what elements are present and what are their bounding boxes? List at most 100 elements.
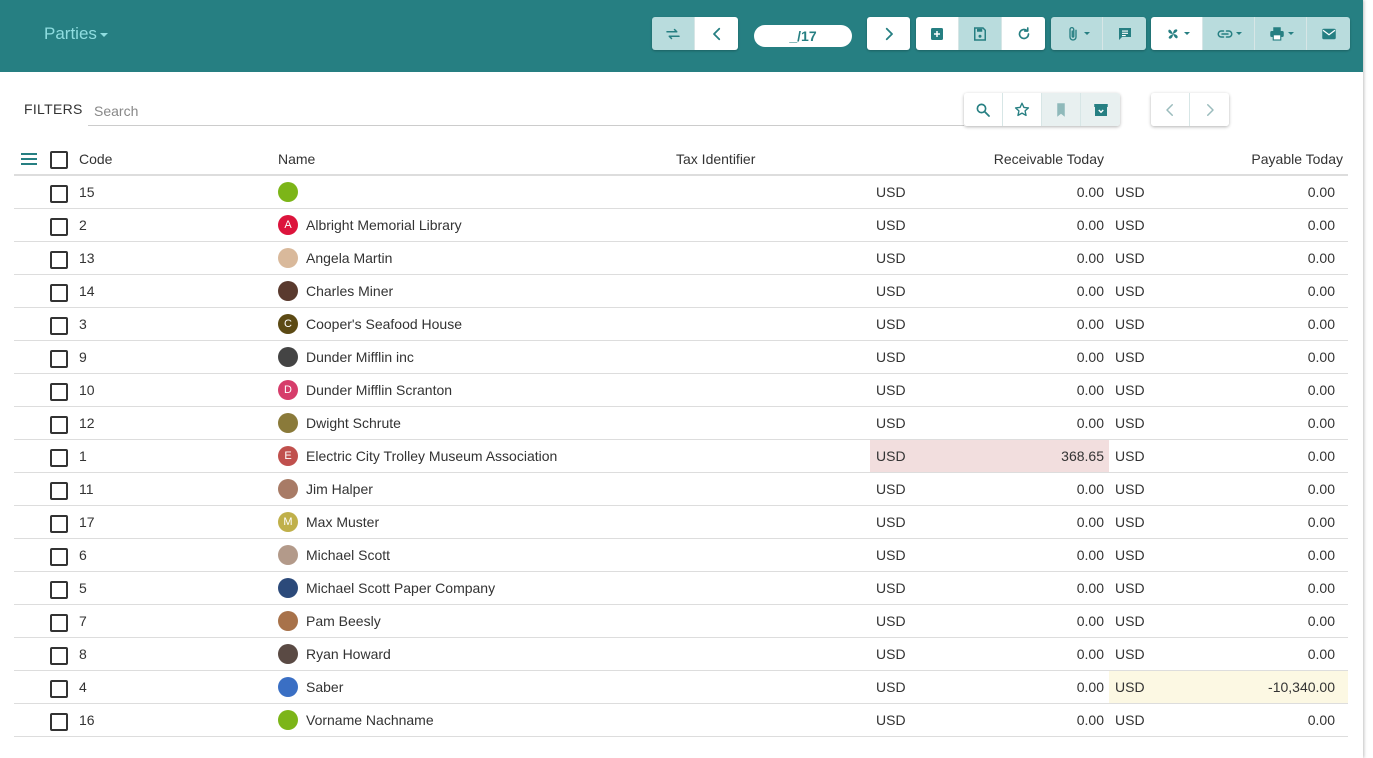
cell-receivable-amount: 0.00 xyxy=(1076,283,1104,299)
cell-receivable-amount: 0.00 xyxy=(1076,217,1104,233)
row-checkbox[interactable] xyxy=(50,680,68,698)
cell-code: 17 xyxy=(79,514,95,530)
cell-receivable-amount: 0.00 xyxy=(1076,481,1104,497)
chevron-right-icon xyxy=(885,27,893,40)
table-row[interactable]: 9 Dunder Mifflin inc USD 0.00 USD 0.00 xyxy=(14,341,1348,374)
avatar xyxy=(278,677,298,697)
row-checkbox[interactable] xyxy=(50,581,68,599)
cell-name: Pam Beesly xyxy=(278,605,381,637)
cell-receivable-amount: 0.00 xyxy=(1076,646,1104,662)
cell-payable-amount: -10,340.00 xyxy=(1268,679,1335,695)
switch-view-button[interactable] xyxy=(652,17,695,50)
row-checkbox[interactable] xyxy=(50,713,68,731)
notes-button[interactable] xyxy=(1103,17,1146,50)
party-name: Angela Martin xyxy=(306,250,393,266)
view-title-menu[interactable]: Parties xyxy=(44,24,108,44)
row-checkbox[interactable] xyxy=(50,482,68,500)
list-next-button[interactable] xyxy=(1190,93,1229,126)
table-row[interactable]: 15 USD 0.00 USD 0.00 xyxy=(14,176,1348,209)
party-name: Cooper's Seafood House xyxy=(306,316,462,332)
cell-receivable-amount: 0.00 xyxy=(1076,613,1104,629)
table-row[interactable]: 13 Angela Martin USD 0.00 USD 0.00 xyxy=(14,242,1348,275)
reload-button[interactable] xyxy=(1002,17,1045,50)
table-row[interactable]: 10 D Dunder Mifflin Scranton USD 0.00 USD 0.00 xyxy=(14,374,1348,407)
previous-record-button[interactable] xyxy=(695,17,738,50)
cell-receivable-amount: 0.00 xyxy=(1076,316,1104,332)
party-name: Dunder Mifflin inc xyxy=(306,349,414,365)
table-row[interactable]: 7 Pam Beesly USD 0.00 USD 0.00 xyxy=(14,605,1348,638)
next-record-button[interactable] xyxy=(867,17,910,50)
column-header-tax-identifier[interactable]: Tax Identifier xyxy=(676,143,755,174)
cell-code: 1 xyxy=(79,448,87,464)
cell-code: 2 xyxy=(79,217,87,233)
table-row[interactable]: 4 Saber USD 0.00 USD -10,340.00 xyxy=(14,671,1348,704)
table-row[interactable]: 12 Dwight Schrute USD 0.00 USD 0.00 xyxy=(14,407,1348,440)
column-header-payable-today[interactable]: Payable Today xyxy=(1109,143,1348,174)
table-row[interactable]: 14 Charles Miner USD 0.00 USD 0.00 xyxy=(14,275,1348,308)
new-record-button[interactable] xyxy=(916,17,959,50)
cell-name: Vorname Nachname xyxy=(278,704,434,736)
email-button[interactable] xyxy=(1307,17,1350,50)
row-checkbox[interactable] xyxy=(50,416,68,434)
row-checkbox[interactable] xyxy=(50,284,68,302)
column-header-code[interactable]: Code xyxy=(79,143,112,174)
row-checkbox[interactable] xyxy=(50,647,68,665)
relate-button[interactable] xyxy=(1203,17,1255,50)
row-checkbox[interactable] xyxy=(50,548,68,566)
party-name: Max Muster xyxy=(306,514,380,530)
cell-code: 6 xyxy=(79,547,87,563)
cell-receivable-amount: 0.00 xyxy=(1076,184,1104,200)
bookmark-star-button[interactable] xyxy=(1003,93,1042,126)
table-row[interactable]: 11 Jim Halper USD 0.00 USD 0.00 xyxy=(14,473,1348,506)
search-button[interactable] xyxy=(964,93,1003,126)
avatar xyxy=(278,248,298,268)
row-checkbox[interactable] xyxy=(50,185,68,203)
cell-payable-amount: 0.00 xyxy=(1307,283,1335,299)
table-body: 15 USD 0.00 USD 0.00 2 A Albright Memorial Libr… xyxy=(14,176,1348,737)
row-checkbox[interactable] xyxy=(50,251,68,269)
cell-payable-amount: 0.00 xyxy=(1307,514,1335,530)
bookmarks-button[interactable] xyxy=(1042,93,1081,126)
table-row[interactable]: 2 A Albright Memorial Library USD 0.00 USD 0.0… xyxy=(14,209,1348,242)
column-header-receivable-today[interactable]: Receivable Today xyxy=(870,143,1109,174)
nav-button-group xyxy=(652,17,738,50)
chevron-left-icon xyxy=(1166,103,1173,116)
row-checkbox[interactable] xyxy=(50,317,68,335)
attachment-button[interactable] xyxy=(1051,17,1103,50)
row-checkbox[interactable] xyxy=(50,350,68,368)
avatar: M xyxy=(278,512,298,532)
avatar xyxy=(278,611,298,631)
cell-payable-amount: 0.00 xyxy=(1307,481,1335,497)
save-button[interactable] xyxy=(959,17,1002,50)
cell-receivable-amount: 0.00 xyxy=(1076,349,1104,365)
star-icon xyxy=(1014,102,1030,116)
party-name: Charles Miner xyxy=(306,283,394,299)
cell-name: M Max Muster xyxy=(278,506,379,538)
column-header-name[interactable]: Name xyxy=(278,143,315,174)
table-row[interactable]: 5 Michael Scott Paper Company USD 0.00 USD 0.… xyxy=(14,572,1348,605)
table-row[interactable]: 8 Ryan Howard USD 0.00 USD 0.00 xyxy=(14,638,1348,671)
table-row[interactable]: 6 Michael Scott USD 0.00 USD 0.00 xyxy=(14,539,1348,572)
table-row[interactable]: 1 E Electric City Trolley Museum Associati… xyxy=(14,440,1348,473)
table-row[interactable]: 17 M Max Muster USD 0.00 USD 0.00 xyxy=(14,506,1348,539)
row-checkbox[interactable] xyxy=(50,218,68,236)
action-button[interactable] xyxy=(1151,17,1203,50)
select-all-checkbox[interactable] xyxy=(50,151,68,169)
list-previous-button[interactable] xyxy=(1151,93,1190,126)
print-button[interactable] xyxy=(1255,17,1307,50)
row-checkbox[interactable] xyxy=(50,614,68,632)
table-row[interactable]: 16 Vorname Nachname USD 0.00 USD 0.00 xyxy=(14,704,1348,737)
table-row[interactable]: 3 C Cooper's Seafood House USD 0.00 USD 0.00 xyxy=(14,308,1348,341)
row-checkbox[interactable] xyxy=(50,449,68,467)
row-checkbox[interactable] xyxy=(50,515,68,533)
archive-button[interactable] xyxy=(1081,93,1120,126)
cell-name: D Dunder Mifflin Scranton xyxy=(278,374,452,406)
avatar xyxy=(278,281,298,301)
column-menu-icon[interactable] xyxy=(21,153,37,166)
party-name: Albright Memorial Library xyxy=(306,217,462,233)
search-input[interactable] xyxy=(88,96,964,126)
party-name: Vorname Nachname xyxy=(306,712,434,728)
row-checkbox[interactable] xyxy=(50,383,68,401)
print-icon xyxy=(1269,26,1284,41)
save-icon xyxy=(974,26,986,41)
